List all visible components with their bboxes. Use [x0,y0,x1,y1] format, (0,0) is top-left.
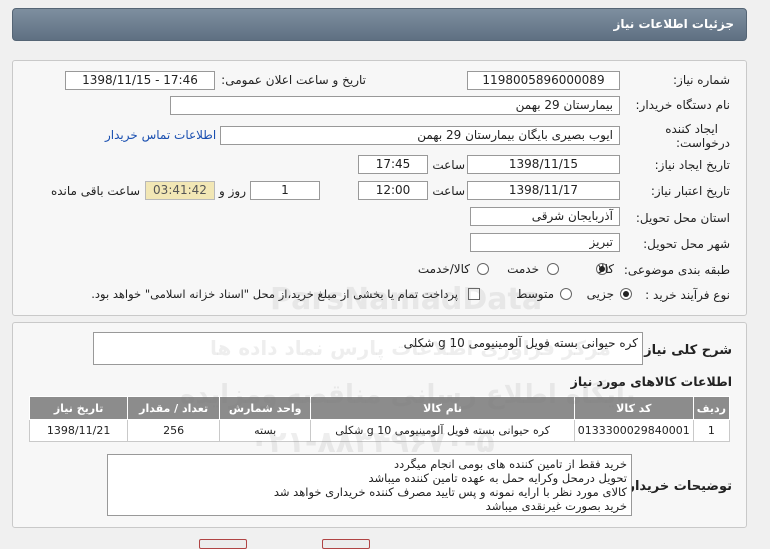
table-row[interactable]: 1 0133300029840001 کره حیوانی بسته فویل … [28,419,731,442]
remaining-days-label: روز و [219,184,246,198]
province-field[interactable]: آذربایجان شرقی [470,207,620,226]
treasury-note: پرداخت تمام یا بخشی از مبلغ خرید،از محل … [91,287,458,301]
treasury-checkbox[interactable] [468,288,480,300]
cell-date: 1398/11/21 [28,419,129,442]
province-label: استان محل تحویل: [635,211,730,225]
city-label: شهر محل تحویل: [643,237,730,251]
col-row: ردیف [692,396,731,420]
col-code: کد کالا [573,396,694,420]
process-option-medium: متوسط [516,287,554,301]
summary-box: کره حیوانی بسته فویل آلومینیومی 10 g شکل… [93,332,643,365]
city-field[interactable]: تبریز [470,233,620,252]
cell-quantity: 256 [127,419,220,442]
process-option-partial: جزیی [586,287,614,301]
creator-label-line1: ایجاد کننده [665,122,718,136]
summary-text: کره حیوانی بسته فویل آلومینیومی 10 g شکل… [403,336,638,350]
buyer-notes-line-4: خرید بصورت غیرنقدی میباشد [485,499,627,513]
page-title: جزئیات اطلاعات نیاز [613,17,734,31]
category-option-service: خدمت [507,262,539,276]
announce-datetime-label: تاریخ و ساعت اعلان عمومی: [221,73,366,87]
buyer-notes-line-3: کالای مورد نظر با ارایه نمونه و پس تایید… [273,485,627,499]
process-radio-medium[interactable] [560,288,572,300]
category-label: طبقه بندی موضوعی: [623,263,730,277]
cell-row: 1 [692,419,731,442]
summary-label: شرح کلی نیاز: [638,343,732,358]
items-table-header: ردیف کد کالا نام کالا واحد شمارش تعداد /… [28,396,731,420]
col-date: تاریخ نیاز [28,396,129,420]
created-time-label: ساعت [432,158,465,172]
process-radio-partial[interactable] [620,288,632,300]
buyer-org-field[interactable]: بیمارستان 29 بهمن [170,96,620,115]
created-date-label: تاریخ ایجاد نیاز: [654,158,730,172]
need-number-field[interactable]: 1198005896000089 [467,71,620,90]
col-name: نام کالا [310,396,575,420]
category-option-goods: کالا [597,262,614,276]
remaining-time-field: 03:41:42 [145,181,215,200]
validity-date-field[interactable]: 1398/11/17 [467,181,620,200]
created-time-field[interactable]: 17:45 [358,155,428,174]
process-label: نوع فرآیند خرید : [645,288,730,302]
page-title-bar: جزئیات اطلاعات نیاز [12,8,747,41]
category-radio-goods-service[interactable] [477,263,489,275]
col-quantity: تعداد / مقدار [127,396,220,420]
cell-code: 0133300029840001 [573,419,694,442]
creator-field[interactable]: ایوب بصیری بایگان بیمارستان 29 بهمن [220,126,620,145]
remaining-days-field[interactable]: 1 [250,181,320,200]
buyer-notes-label: توضیحات خریدار: [622,479,732,494]
bottom-button-right[interactable] [322,539,370,549]
buyer-contact-link[interactable]: اطلاعات تماس خریدار [105,128,216,142]
items-table: ردیف کد کالا نام کالا واحد شمارش تعداد /… [28,396,731,442]
cell-name: کره حیوانی بسته فویل آلومینیومی 10 g شکل… [310,419,575,442]
buyer-org-label: نام دستگاه خریدار: [635,98,731,112]
cell-unit: بسته [218,419,312,442]
creator-label-line2: درخواست: [676,136,730,150]
buyer-notes-line-1: خرید فقط از تامین کننده های بومی انجام م… [394,457,627,471]
remaining-time-label: ساعت باقی مانده [50,184,140,198]
category-option-goods-service: کالا/خدمت [417,262,470,276]
buyer-notes-line-2: تحویل درمحل وکرایه حمل به عهده تامین کنن… [368,471,627,485]
validity-date-label: تاریخ اعتبار نیاز: [650,184,730,198]
items-section-title: اطلاعات کالاهای مورد نیاز [570,374,732,389]
validity-time-field[interactable]: 12:00 [358,181,428,200]
need-number-label: شماره نیاز: [673,73,730,87]
created-date-field[interactable]: 1398/11/15 [467,155,620,174]
category-radio-service[interactable] [547,263,559,275]
buyer-notes-box: خرید فقط از تامین کننده های بومی انجام م… [107,454,632,516]
validity-time-label: ساعت [432,184,465,198]
col-unit: واحد شمارش [218,396,312,420]
bottom-button-left[interactable] [199,539,247,549]
announce-datetime-field[interactable]: 1398/11/15 - 17:46 [65,71,215,90]
